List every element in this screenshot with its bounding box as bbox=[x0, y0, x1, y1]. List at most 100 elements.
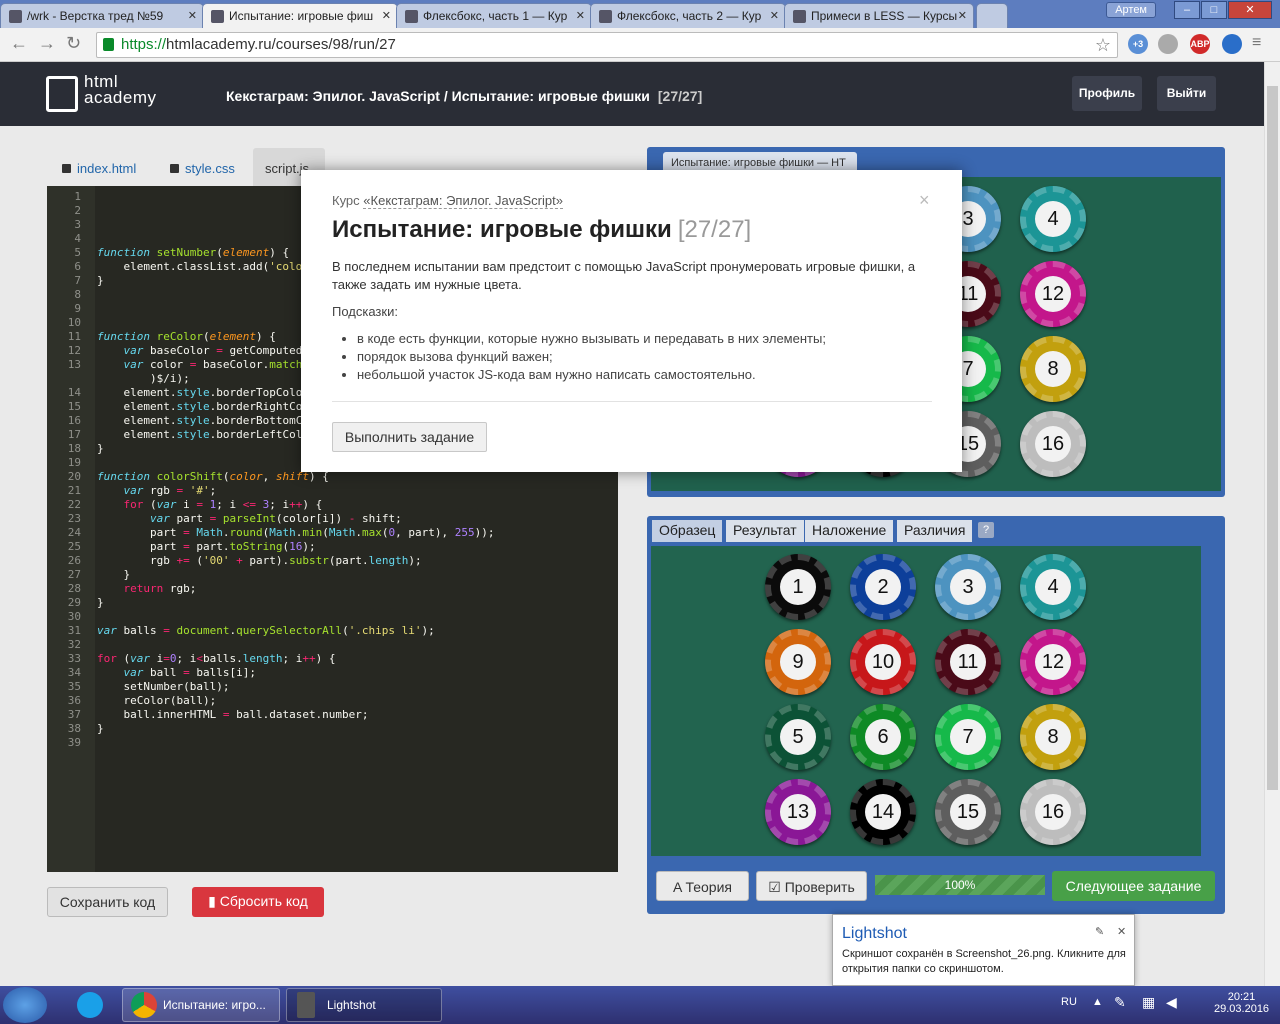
line-number: 29 bbox=[67, 596, 81, 609]
adblock-icon[interactable]: ABP bbox=[1190, 34, 1210, 54]
code-line: function setNumber(element) { bbox=[97, 246, 290, 259]
lightshot-notification[interactable]: Lightshot ✎ ✕ Скриншот сохранён в Screen… bbox=[832, 914, 1135, 986]
close-icon[interactable]: × bbox=[919, 190, 930, 211]
code-line: var balls = document.querySelectorAll('.… bbox=[97, 624, 435, 637]
tab-sample[interactable]: Образец bbox=[652, 520, 723, 542]
volume-icon[interactable]: ◀ bbox=[1166, 994, 1177, 1011]
tab-result[interactable]: Результат bbox=[726, 520, 804, 542]
skype-icon[interactable] bbox=[77, 992, 103, 1018]
extension-badge: +3 bbox=[1132, 39, 1144, 49]
file-tab-index[interactable]: index.html bbox=[62, 148, 136, 186]
chrome-user-badge[interactable]: Артем bbox=[1106, 2, 1156, 18]
code-line: setNumber(ball); bbox=[97, 680, 230, 693]
breadcrumb: Кекстаграм: Эпилог. JavaScript / Испытан… bbox=[226, 88, 703, 104]
taskbar-item-chrome[interactable]: Испытание: игро... bbox=[122, 988, 280, 1022]
code-line: } bbox=[97, 722, 104, 735]
code-line: element.style.borderLeftCol bbox=[97, 428, 303, 441]
close-window-icon[interactable]: ✕ bbox=[1228, 1, 1272, 19]
line-number: 17 bbox=[67, 428, 81, 441]
language-indicator[interactable]: RU bbox=[1061, 996, 1077, 1008]
close-tab-icon[interactable]: ✕ bbox=[958, 9, 967, 22]
code-line: element.style.borderTopColo bbox=[97, 386, 303, 399]
chip-8: 8 bbox=[1020, 336, 1086, 402]
logout-button[interactable]: Выйти bbox=[1157, 76, 1216, 111]
course-link[interactable]: «Кекстаграм: Эпилог. JavaScript» bbox=[363, 193, 563, 209]
reset-code-button[interactable]: ▮ Сбросить код bbox=[192, 887, 324, 917]
reload-icon[interactable]: ↻ bbox=[66, 33, 81, 54]
browser-tab[interactable]: /wrk - Верстка тред №59 ✕ bbox=[0, 3, 204, 28]
code-line: var part = parseInt(color[i]) - shift; bbox=[149, 512, 402, 525]
checkbox-icon: ☑ bbox=[768, 879, 785, 895]
line-number: 24 bbox=[67, 526, 81, 539]
theory-button[interactable]: A Теория bbox=[656, 871, 749, 901]
code-line: } bbox=[97, 596, 104, 609]
tab-diff[interactable]: Различия bbox=[897, 520, 973, 542]
page-scrollbar[interactable] bbox=[1264, 62, 1280, 986]
close-tab-icon[interactable]: ✕ bbox=[188, 9, 197, 22]
check-button[interactable]: ☑ Проверить bbox=[756, 871, 867, 901]
taskbar-item-lightshot[interactable]: Lightshot bbox=[286, 988, 442, 1022]
save-code-button[interactable]: Сохранить код bbox=[47, 887, 168, 917]
url-field[interactable]: https://htmlacademy.ru/courses/98/run/27… bbox=[96, 32, 1118, 58]
extension-icon[interactable]: +3 bbox=[1128, 34, 1148, 54]
minimize-icon[interactable]: – bbox=[1174, 1, 1200, 19]
close-tab-icon[interactable]: ✕ bbox=[382, 9, 391, 22]
close-tab-icon[interactable]: ✕ bbox=[576, 9, 585, 22]
file-tab-style[interactable]: style.css bbox=[170, 148, 235, 186]
scrollbar-thumb[interactable] bbox=[1267, 86, 1278, 790]
browser-tab[interactable]: Флексбокс, часть 2 — Кур ✕ bbox=[590, 3, 786, 28]
close-icon[interactable]: ✕ bbox=[1117, 925, 1126, 938]
code-line: element.style.borderRightCo bbox=[97, 400, 303, 413]
start-task-button[interactable]: Выполнить задание bbox=[332, 422, 487, 452]
chip-number: 12 bbox=[1035, 644, 1071, 680]
help-icon[interactable]: ? bbox=[978, 522, 994, 538]
maximize-icon[interactable]: □ bbox=[1201, 1, 1227, 19]
line-number: 9 bbox=[74, 302, 81, 315]
close-tab-icon[interactable]: ✕ bbox=[770, 9, 779, 22]
browser-tab[interactable]: Примеси в LESS — Курсы ✕ bbox=[784, 3, 974, 28]
line-number: 15 bbox=[67, 400, 81, 413]
chip-number: 8 bbox=[1035, 351, 1071, 387]
code-line: ball.innerHTML = ball.dataset.number; bbox=[97, 708, 369, 721]
chip-number: 1 bbox=[780, 569, 816, 605]
chip-number: 10 bbox=[865, 644, 901, 680]
back-arrow-icon[interactable]: ← bbox=[10, 33, 28, 54]
line-number: 34 bbox=[67, 666, 81, 679]
next-task-button[interactable]: Следующее задание bbox=[1052, 871, 1215, 901]
forward-arrow-icon[interactable]: → bbox=[38, 33, 56, 54]
hints-list: в коде есть функции, которые нужно вызыв… bbox=[357, 330, 826, 384]
line-number: 23 bbox=[67, 512, 81, 525]
start-button[interactable] bbox=[3, 987, 47, 1023]
chip-3: 3 bbox=[935, 554, 1001, 620]
menu-icon[interactable]: ≡ bbox=[1252, 34, 1261, 52]
lightshot-tray-icon[interactable]: ✎ bbox=[1114, 994, 1126, 1011]
code-line: function reColor(element) { bbox=[97, 330, 276, 343]
network-icon[interactable]: ▦ bbox=[1142, 994, 1155, 1011]
line-number: 10 bbox=[67, 316, 81, 329]
chip-number: 9 bbox=[780, 644, 816, 680]
browser-tab[interactable]: Флексбокс, часть 1 — Кур ✕ bbox=[396, 3, 592, 28]
bookmark-star-icon[interactable]: ☆ bbox=[1095, 33, 1111, 57]
chip-number: 16 bbox=[1035, 794, 1071, 830]
clock[interactable]: 20:21 29.03.2016 bbox=[1214, 991, 1269, 1015]
line-number: 11 bbox=[67, 330, 81, 343]
tab-overlay[interactable]: Наложение bbox=[805, 520, 894, 542]
task-modal: Курс «Кекстаграм: Эпилог. JavaScript» × … bbox=[301, 170, 962, 472]
pin-icon[interactable]: ✎ bbox=[1095, 925, 1104, 938]
profile-button[interactable]: Профиль bbox=[1072, 76, 1142, 111]
page-favicon-icon bbox=[405, 10, 418, 23]
notification-title: Lightshot bbox=[842, 925, 907, 942]
tray-arrow-icon[interactable]: ▲ bbox=[1092, 996, 1103, 1008]
tab-title: Испытание: игровые фиш bbox=[229, 9, 374, 23]
globe-icon[interactable] bbox=[1222, 34, 1242, 54]
tab-title: Флексбокс, часть 2 — Кур bbox=[617, 9, 762, 23]
code-line: } bbox=[97, 274, 104, 287]
line-number: 37 bbox=[67, 708, 81, 721]
page-favicon-icon bbox=[599, 10, 612, 23]
code-line: part = Math.round(Math.min(Math.max(0, p… bbox=[97, 526, 495, 539]
chip-12: 12 bbox=[1020, 629, 1086, 695]
tab-title: Флексбокс, часть 1 — Кур bbox=[423, 9, 568, 23]
browser-tab-active[interactable]: Испытание: игровые фиш ✕ bbox=[202, 3, 398, 28]
shield-icon[interactable] bbox=[1158, 34, 1178, 54]
new-tab-button[interactable] bbox=[976, 3, 1008, 28]
